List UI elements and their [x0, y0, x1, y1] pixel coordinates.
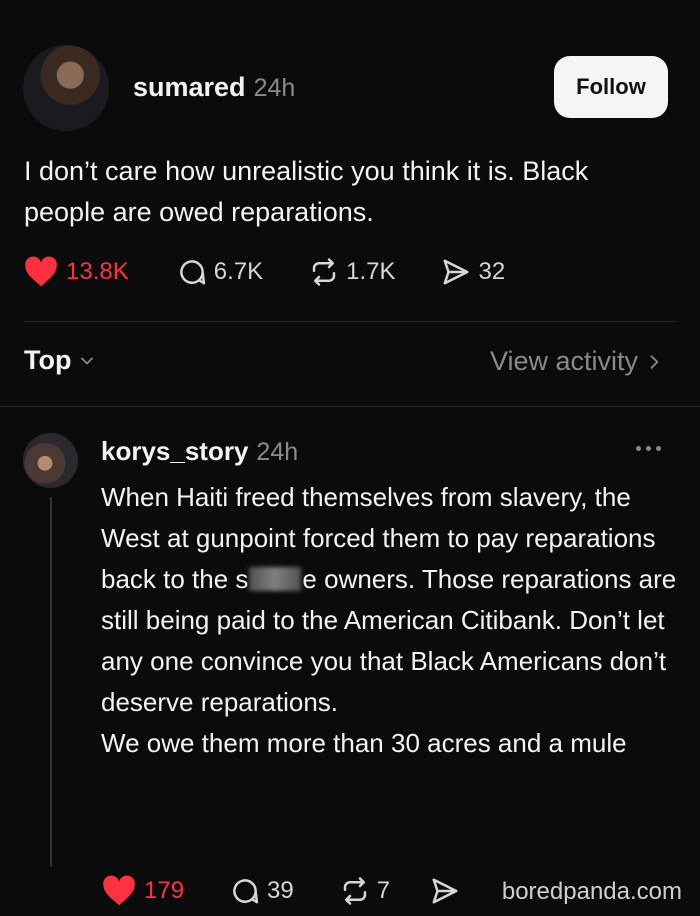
divider [24, 321, 676, 322]
reply-time: 24h [256, 438, 299, 466]
share-button[interactable]: 32 [441, 257, 505, 287]
chevron-down-icon [81, 357, 94, 364]
redaction-blur [249, 567, 302, 591]
comment-count: 6.7K [213, 258, 264, 285]
reply-share-button[interactable] [430, 876, 460, 906]
reply-avatar[interactable] [23, 433, 78, 488]
post-actions: 13.8K 6.7K 1.7K 32 [24, 256, 505, 288]
send-icon [432, 878, 458, 904]
share-count: 32 [478, 258, 506, 285]
sort-dropdown[interactable]: Top [24, 345, 97, 376]
watermark: boredpanda.com [501, 878, 682, 905]
heart-filled-icon [25, 256, 57, 287]
username[interactable]: sumared [133, 72, 246, 103]
reply-username[interactable]: korys_story [101, 436, 248, 467]
chevron-right-icon [650, 354, 659, 369]
reply-actions: 179 39 7 [102, 875, 460, 907]
reply-like-button[interactable]: 179 [102, 875, 184, 907]
reply-like-count: 179 [144, 877, 185, 904]
like-count: 13.8K [66, 258, 129, 285]
reply-repost-button[interactable]: 7 [340, 876, 390, 906]
reply-header: korys_story 24h [101, 436, 298, 467]
avatar[interactable] [23, 45, 109, 131]
post-time: 24h [253, 74, 296, 102]
divider [0, 406, 700, 407]
view-activity-label: View activity [489, 346, 638, 376]
reply-text: When Haiti freed themselves from slavery… [101, 477, 691, 764]
view-activity-link[interactable]: View activity [490, 346, 664, 377]
comment-bubble-icon [179, 260, 205, 285]
repost-icon [343, 877, 366, 905]
follow-button[interactable]: Follow [554, 56, 668, 118]
thread-line [50, 497, 52, 867]
sort-label: Top [24, 345, 72, 375]
send-icon [443, 259, 469, 285]
repost-button[interactable]: 1.7K [309, 257, 395, 287]
reply-text-line-2: We owe them more than 30 acres and a mul… [101, 728, 627, 758]
reply-comment-count: 39 [267, 877, 294, 904]
post-header: sumared 24h [133, 72, 295, 103]
more-dots-icon[interactable] [636, 446, 661, 451]
post-text: I don’t care how unrealistic you think i… [24, 156, 589, 227]
comment-button[interactable]: 6.7K [177, 257, 263, 287]
repost-count: 1.7K [346, 258, 396, 285]
like-button[interactable]: 13.8K [24, 256, 129, 288]
reply-repost-count: 7 [376, 877, 391, 904]
repost-icon [312, 258, 336, 286]
heart-filled-icon [103, 875, 135, 906]
comment-bubble-icon [233, 879, 259, 904]
reply-comment-button[interactable]: 39 [230, 876, 294, 906]
